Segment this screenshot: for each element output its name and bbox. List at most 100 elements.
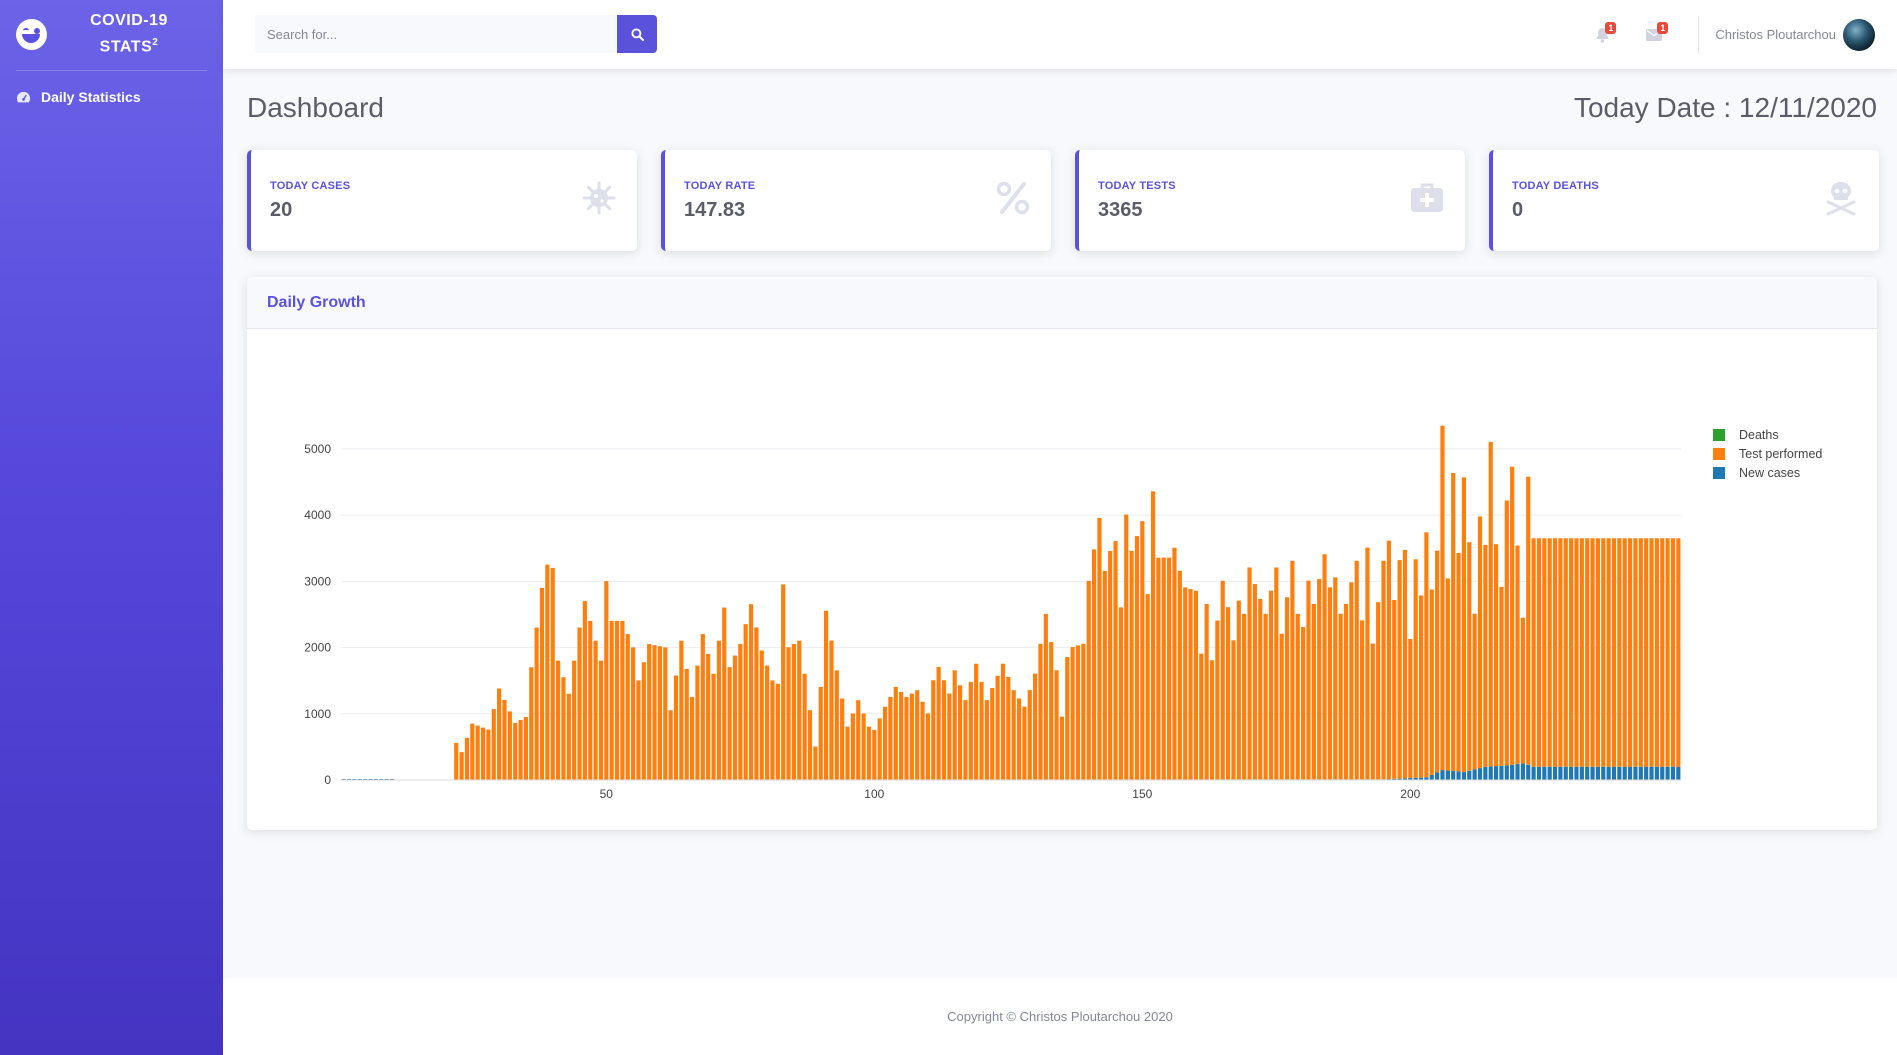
bar-test-performed[interactable] <box>1220 580 1225 780</box>
bar-test-performed[interactable] <box>893 686 898 780</box>
bar-test-performed[interactable] <box>781 584 786 780</box>
bar-test-performed[interactable] <box>850 713 855 780</box>
bar-test-performed[interactable] <box>1215 620 1220 780</box>
bar-test-performed[interactable] <box>1172 547 1177 780</box>
bar-test-performed[interactable] <box>866 726 872 780</box>
bar-new-cases[interactable] <box>1467 770 1472 780</box>
bar-test-performed[interactable] <box>673 675 679 780</box>
bar-test-performed[interactable] <box>920 701 925 780</box>
bar-new-cases[interactable] <box>1451 771 1456 780</box>
bar-test-performed[interactable] <box>1569 538 1574 767</box>
bar-test-performed[interactable] <box>1333 577 1338 780</box>
bar-test-performed[interactable] <box>711 673 716 780</box>
bar-test-performed[interactable] <box>1252 584 1257 780</box>
bar-test-performed[interactable] <box>1075 645 1081 780</box>
bar-test-performed[interactable] <box>1311 603 1316 780</box>
bar-test-performed[interactable] <box>1381 560 1386 780</box>
bar-test-performed[interactable] <box>475 725 480 780</box>
bar-test-performed[interactable] <box>1574 538 1579 767</box>
bar-test-performed[interactable] <box>775 683 780 780</box>
bar-test-performed[interactable] <box>1649 538 1654 767</box>
bar-test-performed[interactable] <box>823 610 829 780</box>
bar-test-performed[interactable] <box>754 627 759 780</box>
bar-test-performed[interactable] <box>706 653 711 780</box>
bar-test-performed[interactable] <box>1408 639 1413 779</box>
bar-test-performed[interactable] <box>888 696 893 780</box>
bar-new-cases[interactable] <box>1435 772 1440 780</box>
bar-test-performed[interactable] <box>834 670 839 780</box>
bar-test-performed[interactable] <box>1349 582 1354 780</box>
bar-test-performed[interactable] <box>1445 578 1450 771</box>
bar-new-cases[interactable] <box>1456 771 1461 780</box>
bar-test-performed[interactable] <box>577 627 582 780</box>
bar-test-performed[interactable] <box>1493 544 1499 767</box>
bar-test-performed[interactable] <box>480 727 486 780</box>
bar-test-performed[interactable] <box>679 640 684 780</box>
bar-test-performed[interactable] <box>1633 538 1638 767</box>
bar-test-performed[interactable] <box>856 700 861 780</box>
bar-test-performed[interactable] <box>1134 536 1140 780</box>
bar-test-performed[interactable] <box>550 567 555 780</box>
bar-test-performed[interactable] <box>604 581 609 780</box>
bar-test-performed[interactable] <box>979 681 984 780</box>
bar-test-performed[interactable] <box>1343 603 1349 780</box>
search-input[interactable] <box>255 15 618 53</box>
bar-test-performed[interactable] <box>1129 550 1134 780</box>
bar-test-performed[interactable] <box>974 663 979 780</box>
bar-new-cases[interactable] <box>1638 766 1643 780</box>
bar-new-cases[interactable] <box>1676 766 1681 780</box>
bar-new-cases[interactable] <box>1429 774 1434 780</box>
bar-test-performed[interactable] <box>1274 567 1279 780</box>
bar-test-performed[interactable] <box>1188 589 1193 780</box>
bar-test-performed[interactable] <box>1622 538 1627 767</box>
bar-new-cases[interactable] <box>1552 766 1558 780</box>
bar-test-performed[interactable] <box>1236 600 1241 780</box>
bar-test-performed[interactable] <box>990 688 995 780</box>
bar-test-performed[interactable] <box>1177 570 1182 780</box>
bar-test-performed[interactable] <box>963 700 968 780</box>
bar-test-performed[interactable] <box>931 680 936 780</box>
bar-test-performed[interactable] <box>1295 613 1300 780</box>
bar-new-cases[interactable] <box>1558 766 1563 780</box>
bar-test-performed[interactable] <box>845 726 850 780</box>
bar-test-performed[interactable] <box>700 634 705 780</box>
bar-new-cases[interactable] <box>1547 766 1552 780</box>
bar-test-performed[interactable] <box>572 660 577 780</box>
bar-test-performed[interactable] <box>555 660 561 780</box>
bar-test-performed[interactable] <box>1563 538 1568 767</box>
bar-test-performed[interactable] <box>791 643 797 780</box>
bar-test-performed[interactable] <box>1488 441 1493 767</box>
bar-test-performed[interactable] <box>904 696 909 780</box>
user-dropdown[interactable]: Christos Ploutarchou <box>1715 18 1897 51</box>
bar-test-performed[interactable] <box>1086 580 1091 780</box>
bar-test-performed[interactable] <box>1301 627 1306 780</box>
legend-swatch[interactable] <box>1713 429 1725 441</box>
bar-test-performed[interactable] <box>738 643 743 780</box>
bar-test-performed[interactable] <box>588 620 593 780</box>
bar-test-performed[interactable] <box>1665 538 1670 767</box>
bar-test-performed[interactable] <box>663 647 668 780</box>
bar-test-performed[interactable] <box>1590 538 1595 767</box>
bar-test-performed[interactable] <box>952 670 957 780</box>
bar-test-performed[interactable] <box>1504 500 1509 766</box>
bar-test-performed[interactable] <box>1435 550 1440 773</box>
bar-test-performed[interactable] <box>1225 607 1231 780</box>
bar-new-cases[interactable] <box>1483 766 1488 780</box>
bar-test-performed[interactable] <box>620 620 625 780</box>
bar-test-performed[interactable] <box>647 644 652 780</box>
bar-test-performed[interactable] <box>1606 538 1611 767</box>
bar-test-performed[interactable] <box>947 693 952 780</box>
bar-test-performed[interactable] <box>1247 567 1252 780</box>
bar-test-performed[interactable] <box>545 564 550 780</box>
bar-test-performed[interactable] <box>802 673 807 780</box>
legend-label[interactable]: New cases <box>1739 466 1800 480</box>
bar-test-performed[interactable] <box>1290 560 1295 780</box>
bar-test-performed[interactable] <box>491 709 496 780</box>
bar-test-performed[interactable] <box>716 640 721 780</box>
bar-test-performed[interactable] <box>813 746 818 780</box>
bar-new-cases[interactable] <box>1649 766 1654 780</box>
bar-test-performed[interactable] <box>1306 580 1311 780</box>
bar-test-performed[interactable] <box>1579 538 1584 767</box>
bar-test-performed[interactable] <box>807 710 813 780</box>
bar-test-performed[interactable] <box>1338 613 1343 780</box>
